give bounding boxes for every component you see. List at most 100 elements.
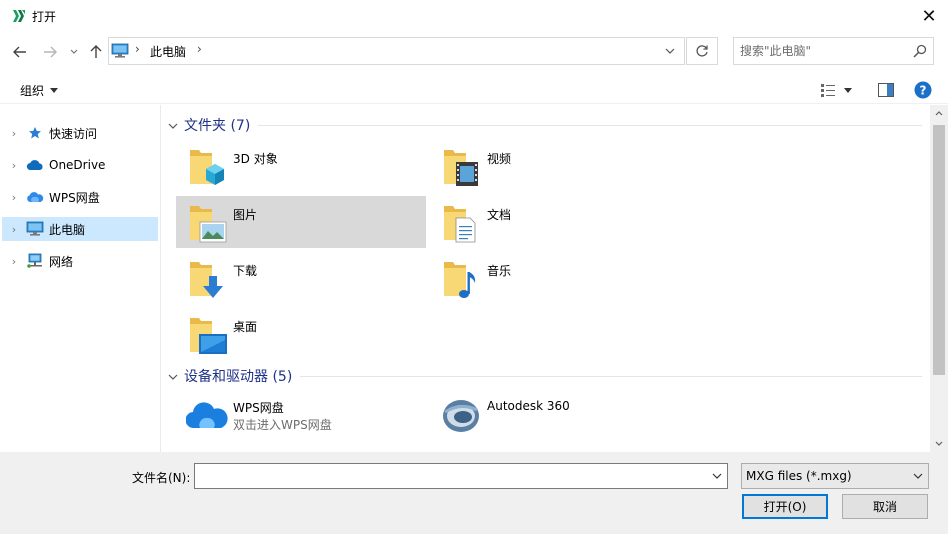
group-divider (300, 375, 922, 377)
breadcrumb-separator-icon[interactable]: › (197, 42, 202, 56)
folder-tile-downloads[interactable]: 下载 (176, 252, 426, 304)
filetype-dropdown-button[interactable] (910, 468, 926, 484)
drive-label: WPS网盘 (233, 401, 284, 415)
expand-chevron-icon[interactable]: › (6, 159, 22, 172)
folder-tile-pictures[interactable]: 图片 (176, 196, 426, 248)
sidebar-item-label: WPS网盘 (49, 190, 100, 205)
file-list-view: 文件夹 (7) 3D 对象 视频 图片 文档 下载 音乐 桌面 设备和驱动器 (… (162, 105, 930, 452)
help-icon: ? (914, 81, 932, 99)
open-button[interactable]: 打开(O) (742, 494, 828, 519)
breadcrumb-separator-icon[interactable]: › (135, 42, 140, 56)
chevron-down-icon (913, 473, 923, 479)
caret-down-icon (50, 87, 59, 93)
sidebar-item-wps-cloud[interactable]: › WPS网盘 (2, 185, 158, 209)
chevron-down-icon[interactable] (168, 370, 182, 383)
group-header-drives[interactable]: 设备和驱动器 (5) (168, 365, 922, 387)
cloud-icon (26, 157, 44, 173)
refresh-button[interactable] (686, 37, 718, 65)
group-header-label: 文件夹 (7) (184, 118, 251, 134)
drive-label: Autodesk 360 (487, 399, 570, 413)
wps-cloud-drive-icon (186, 402, 228, 429)
close-button[interactable]: ✕ (912, 2, 946, 30)
vertical-scrollbar[interactable] (930, 105, 948, 452)
title-bar: 打开 ✕ (0, 0, 948, 32)
arrow-up-icon (90, 45, 102, 58)
folder-tile-documents[interactable]: 文档 (430, 196, 680, 248)
filename-label: 文件名(N): (132, 471, 191, 485)
folder-label: 视频 (487, 152, 512, 166)
help-glyph: ? (920, 84, 927, 98)
drive-subtitle: 双击进入WPS网盘 (233, 418, 332, 432)
group-header-label: 设备和驱动器 (5) (184, 369, 293, 385)
address-history-dropdown[interactable] (662, 43, 678, 59)
sidebar-item-network[interactable]: › 网络 (2, 249, 158, 273)
preview-pane-button[interactable] (874, 79, 898, 101)
folder-tile-videos[interactable]: 视频 (430, 140, 680, 192)
recent-locations-button[interactable] (66, 40, 82, 64)
filename-input[interactable] (199, 468, 699, 484)
chevron-up-icon (935, 111, 943, 116)
folder-label: 下载 (233, 264, 258, 278)
folder-label: 文档 (487, 208, 512, 222)
navigation-pane: › 快速访问 › OneDrive › WPS网盘 › 此电脑 › 网络 (0, 105, 161, 452)
filename-combobox[interactable] (194, 463, 728, 489)
folder-label: 图片 (233, 208, 258, 222)
chevron-down-icon (712, 473, 722, 479)
organize-button[interactable]: 组织 (14, 80, 64, 100)
sidebar-item-label: OneDrive (49, 158, 106, 172)
expand-chevron-icon[interactable]: › (6, 255, 22, 268)
sidebar-item-label: 此电脑 (49, 222, 86, 237)
organize-label: 组织 (20, 83, 45, 98)
sidebar-item-label: 快速访问 (49, 126, 98, 141)
window-title: 打开 (32, 10, 57, 24)
filetype-select[interactable]: MXG files (*.mxg) (741, 463, 929, 489)
chevron-down-icon[interactable] (168, 119, 182, 132)
chevron-down-icon (70, 49, 78, 54)
address-bar[interactable]: › 此电脑 › (108, 37, 685, 65)
sidebar-item-onedrive[interactable]: › OneDrive (2, 153, 158, 177)
search-icon[interactable] (912, 43, 928, 59)
app-logo-icon (13, 10, 25, 22)
breadcrumb-this-pc[interactable]: 此电脑 (150, 43, 186, 60)
expand-chevron-icon[interactable]: › (6, 127, 22, 140)
folder-tile-desktop[interactable]: 桌面 (176, 308, 426, 360)
search-box[interactable] (733, 37, 934, 65)
refresh-icon (696, 45, 708, 57)
folder-video-icon (444, 150, 478, 186)
back-button[interactable] (8, 40, 32, 64)
folder-3d-icon (190, 150, 224, 185)
folder-documents-icon (444, 206, 476, 243)
expand-chevron-icon[interactable]: › (6, 191, 22, 204)
folder-music-icon (444, 262, 476, 298)
folder-label: 音乐 (487, 264, 512, 278)
arrow-left-icon (13, 46, 26, 58)
forward-button[interactable] (38, 40, 62, 64)
group-header-folders[interactable]: 文件夹 (7) (168, 114, 922, 136)
drive-tile-wps-cloud[interactable]: WPS网盘 双击进入WPS网盘 (176, 392, 426, 438)
drive-tile-autodesk-360[interactable]: Autodesk 360 (430, 392, 680, 438)
up-button[interactable] (84, 40, 108, 64)
scroll-up-button[interactable] (930, 105, 948, 122)
folder-label: 3D 对象 (233, 152, 278, 166)
filetype-value: MXG files (*.mxg) (746, 469, 852, 483)
change-view-button[interactable] (820, 79, 860, 101)
scroll-down-button[interactable] (930, 435, 948, 452)
folder-pictures-icon (190, 206, 227, 243)
sidebar-item-this-pc[interactable]: › 此电脑 (2, 217, 158, 241)
sidebar-item-label: 网络 (49, 254, 74, 269)
filename-dropdown-button[interactable] (709, 468, 725, 484)
folder-tile-music[interactable]: 音乐 (430, 252, 680, 304)
cancel-button[interactable]: 取消 (842, 494, 928, 519)
scrollbar-thumb[interactable] (933, 125, 945, 375)
caret-down-icon (844, 87, 852, 93)
folder-tile-3d-objects[interactable]: 3D 对象 (176, 140, 426, 192)
sidebar-item-quick-access[interactable]: › 快速访问 (2, 121, 158, 145)
search-input[interactable] (740, 42, 910, 60)
folder-label: 桌面 (233, 320, 258, 334)
computer-icon (26, 221, 44, 237)
network-icon (26, 253, 44, 269)
details-view-icon (821, 84, 835, 97)
expand-chevron-icon[interactable]: › (6, 223, 22, 236)
help-button[interactable]: ? (912, 79, 934, 101)
computer-icon (111, 43, 129, 58)
